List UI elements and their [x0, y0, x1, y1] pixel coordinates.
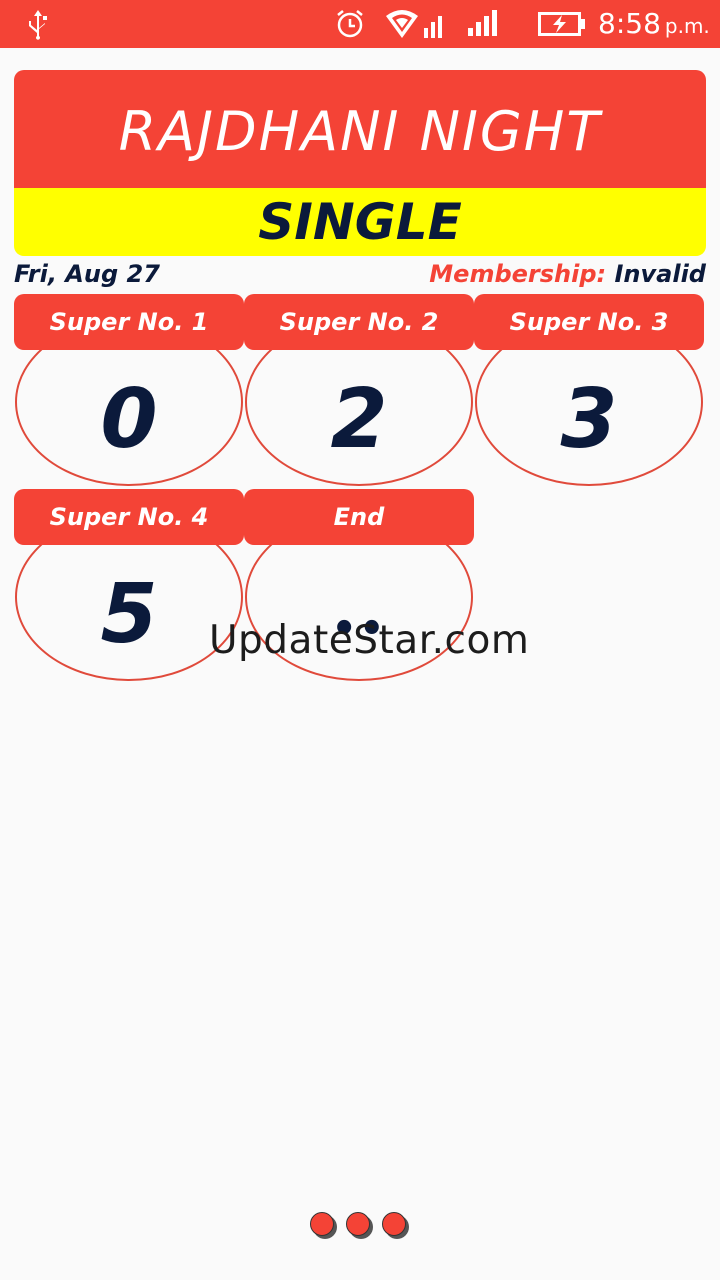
membership-value: Invalid: [614, 260, 707, 288]
card-label: Super No. 2: [244, 294, 474, 350]
watermark: UpdateStar.com: [209, 618, 530, 663]
card-super-no-3[interactable]: Super No. 3 3: [474, 294, 704, 490]
card-super-no-1[interactable]: Super No. 1 0: [14, 294, 244, 490]
card-value: 0: [100, 372, 158, 467]
status-time: 8:58 p.m.: [598, 7, 710, 40]
usb-icon: [29, 10, 47, 40]
card-value: 2: [330, 372, 388, 467]
card-value: 3: [560, 372, 618, 467]
signal-icon: [468, 10, 497, 36]
battery-charging-icon: [538, 12, 585, 36]
page-dot[interactable]: [382, 1212, 406, 1236]
page-dot[interactable]: [310, 1212, 334, 1236]
alarm-icon: [337, 10, 363, 38]
game-banner: RAJDHANI NIGHT SINGLE: [14, 70, 706, 256]
banner-subtitle-area: SINGLE: [14, 188, 706, 256]
wifi-icon: [386, 10, 442, 38]
page-indicator: [310, 1212, 410, 1242]
info-row: Fri, Aug 27 Membership: Invalid: [14, 258, 706, 294]
card-label: End: [244, 489, 474, 545]
membership-label: Membership:: [429, 260, 607, 288]
card-label: Super No. 3: [474, 294, 704, 350]
status-bar: 8:58 p.m.: [0, 0, 720, 48]
card-label: Super No. 4: [14, 489, 244, 545]
membership-status: Membership: Invalid: [429, 260, 706, 288]
page-dot[interactable]: [346, 1212, 370, 1236]
banner-title-area: RAJDHANI NIGHT: [14, 70, 706, 188]
card-super-no-2[interactable]: Super No. 2 2: [244, 294, 474, 490]
card-label: Super No. 1: [14, 294, 244, 350]
banner-title: RAJDHANI NIGHT: [118, 99, 602, 163]
date-label: Fri, Aug 27: [14, 260, 160, 288]
banner-subtitle: SINGLE: [258, 193, 462, 251]
